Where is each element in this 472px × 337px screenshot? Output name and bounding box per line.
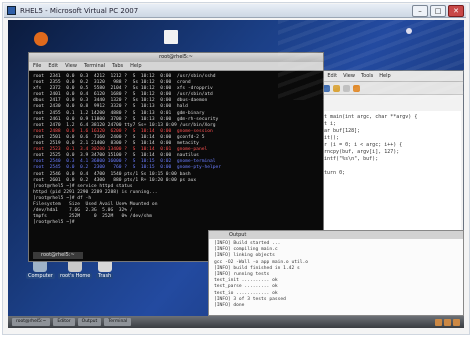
small-desktop-icon [406,28,412,34]
terminal-menu-file[interactable]: File [33,63,41,69]
tray-network-icon[interactable] [435,318,442,326]
output-title: Output [209,231,463,239]
text-line: return 0; [318,170,346,176]
debug-icon[interactable] [323,84,330,92]
host-title-bar[interactable]: RHEL5 - Microsoft Virtual PC 2007 – □ ✕ [4,4,466,18]
tray-update-icon[interactable] [453,318,460,326]
editor-menu-tools[interactable]: Tools [361,73,373,79]
computer-icon-label: Computer [26,273,55,279]
close-button[interactable]: ✕ [448,5,464,17]
text-line: [root@rhel5 ~]# [33,220,78,226]
editor-menu-view[interactable]: View [343,73,355,79]
terminal-menu-view[interactable]: View [65,63,77,69]
open-folder-icon[interactable] [333,84,340,92]
text-line: int main(int argc, char **argv) { [318,114,418,120]
text-line: } [318,163,456,170]
text-line: [INFO] done [214,303,245,309]
editor-menu-file[interactable]: File [313,73,321,79]
text-line: char buf[128]; [318,128,361,134]
panel-task-terminal-2[interactable]: Terminal [104,318,132,326]
run-icon[interactable] [313,84,320,92]
trash-icon-label: Trash [96,273,114,279]
terminal-title[interactable]: root@rhel5:~ [29,53,323,62]
document-desktop-icon[interactable] [164,30,178,45]
save-icon[interactable] [343,84,350,92]
desktop-item-top-right[interactable] [406,28,412,35]
editor-toolbar [309,82,463,95]
panel-task-editor[interactable]: Editor [53,318,75,326]
guest-desktop: Computer root's Home Trash File Edit Vie… [8,20,464,316]
maximize-button[interactable]: □ [430,5,446,17]
terminal-menubar: File Edit View Terminal Tabs Help [29,62,323,71]
home-icon-label: root's Home [58,273,93,279]
output-window[interactable]: Output [INFO] Build started ... [INFO] co… [208,230,464,316]
editor-menu-edit[interactable]: Edit [327,73,337,79]
firefox-icon [34,32,48,46]
terminal-menu-edit[interactable]: Edit [48,63,58,69]
firefox-desktop-icon[interactable] [34,32,48,47]
text-line: strncpy(buf, argv[i], 127); [318,149,400,155]
panel-task-output[interactable]: Output [77,318,102,326]
terminal-tab[interactable]: root@rhel5:~ [33,252,83,259]
text-line: int i; [318,121,337,127]
minimize-button[interactable]: – [412,5,428,17]
tray-volume-icon[interactable] [444,318,451,326]
editor-menubar: File Edit View Tools Help [309,71,463,82]
document-icon [164,30,178,44]
text-line: init(); [318,135,340,141]
build-icon[interactable] [353,84,360,92]
terminal-menu-terminal[interactable]: Terminal [84,63,105,69]
host-window-title: RHEL5 - Microsoft Virtual PC 2007 [20,7,139,15]
guest-bottom-panel: root@rhel5:~ Editor Output Terminal [8,316,464,328]
virtual-pc-icon [7,6,16,15]
host-window-controls: – □ ✕ [412,5,464,17]
terminal-menu-help[interactable]: Help [130,63,141,69]
output-text[interactable]: [INFO] Build started ... [INFO] compiling… [209,239,463,315]
system-tray [435,318,464,326]
text-line: } [318,177,456,184]
text-line: for (i = 0; i < argc; i++) { [318,142,403,148]
text-line: printf("%s\n", buf); [318,156,379,162]
panel-task-terminal[interactable]: root@rhel5:~ [12,318,51,326]
editor-menu-help[interactable]: Help [379,73,390,79]
terminal-menu-tabs[interactable]: Tabs [112,63,123,69]
terminal-output[interactable]: root 2341 0.0 0.3 4212 1212 ? S 10:12 0:… [29,71,323,247]
